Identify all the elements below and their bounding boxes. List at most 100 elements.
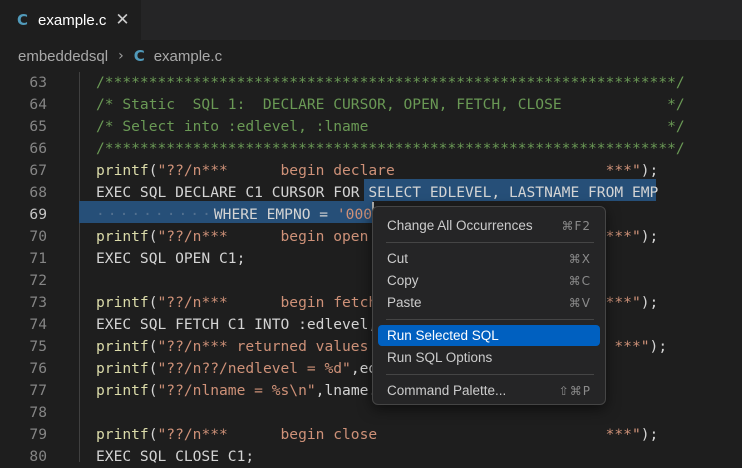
code-token: ); bbox=[649, 338, 668, 355]
breadcrumb-file[interactable]: example.c bbox=[154, 48, 222, 65]
code-text: EXEC SQL OPEN C1; bbox=[96, 248, 245, 270]
menu-item-change-all-occurrences[interactable]: Change All Occurrences ⌘F2 bbox=[378, 215, 600, 236]
code-token: ( bbox=[148, 382, 158, 399]
code-text: printf("??/n*** begin close ***"); bbox=[96, 424, 658, 446]
code-token: ( bbox=[148, 426, 158, 443]
code-token: ); bbox=[640, 228, 659, 245]
code-editor[interactable]: 63 /*************************************… bbox=[0, 72, 742, 465]
code-line[interactable]: 72 bbox=[0, 270, 742, 292]
code-line[interactable]: 79 printf("??/n*** begin close ***"); bbox=[0, 424, 742, 446]
code-line[interactable]: 73 printf("??/n*** begin fetch ***"); bbox=[0, 292, 742, 314]
code-line[interactable]: 66 /*************************************… bbox=[0, 138, 742, 160]
code-line[interactable]: 63 /*************************************… bbox=[0, 72, 742, 94]
c-file-icon: C bbox=[133, 47, 145, 65]
line-number: 77 bbox=[29, 382, 47, 399]
keyboard-shortcut: ⌘V bbox=[568, 295, 591, 310]
line-number: 68 bbox=[29, 184, 47, 201]
menu-separator bbox=[386, 319, 594, 320]
code-line[interactable]: 76printf("??/n??/nedlevel = %d",edlevel)… bbox=[0, 358, 742, 380]
code-token: EXEC SQL DECLARE C1 CURSOR FOR SELECT ED… bbox=[96, 184, 659, 201]
code-line[interactable]: 71 EXEC SQL OPEN C1; bbox=[0, 248, 742, 270]
code-token: printf bbox=[96, 228, 149, 245]
code-text: EXEC SQL DECLARE C1 CURSOR FOR SELECT ED… bbox=[96, 182, 658, 204]
breadcrumb-folder[interactable]: embeddedsql bbox=[18, 48, 108, 65]
line-number: 71 bbox=[29, 250, 47, 267]
code-token: "??/n*** begin close ***" bbox=[157, 426, 641, 443]
tab-example-c[interactable]: C example.c ✕ bbox=[0, 0, 141, 40]
line-number: 64 bbox=[29, 96, 47, 113]
code-token: WHERE EMPNO = bbox=[213, 206, 337, 223]
code-token: ); bbox=[640, 162, 659, 179]
code-token: ( bbox=[148, 294, 158, 311]
code-line[interactable]: 67 printf("??/n*** begin declare ***"); bbox=[0, 160, 742, 182]
line-number: 67 bbox=[29, 162, 47, 179]
code-token: ( bbox=[148, 162, 158, 179]
line-number: 70 bbox=[29, 228, 47, 245]
line-number: 73 bbox=[29, 294, 47, 311]
context-menu: Change All Occurrences ⌘F2 Cut ⌘X Copy ⌘C Past… bbox=[372, 206, 606, 405]
menu-item-label: Run SQL Options bbox=[387, 350, 493, 365]
menu-item-label: Copy bbox=[387, 273, 419, 288]
code-token: printf bbox=[96, 382, 149, 399]
code-line[interactable]: 70 printf("??/n*** begin open ***"); bbox=[0, 226, 742, 248]
code-token: EXEC SQL OPEN C1; bbox=[96, 250, 246, 267]
code-token: "??/n??/nedlevel = %d" bbox=[157, 360, 351, 377]
code-token: ( bbox=[148, 338, 158, 355]
code-token: ); bbox=[640, 426, 659, 443]
code-token: /***************************************… bbox=[96, 140, 685, 157]
code-line[interactable]: 74 EXEC SQL FETCH C1 INTO :edlevel, :lnam… bbox=[0, 314, 742, 336]
code-line[interactable]: 77printf("??/nlname = %s\n",lname.data); bbox=[0, 380, 742, 402]
code-text: EXEC SQL CLOSE C1; bbox=[96, 446, 254, 468]
keyboard-shortcut: ⌘X bbox=[568, 251, 591, 266]
code-token: EXEC SQL CLOSE C1; bbox=[96, 448, 255, 465]
code-text: ··········WHERE EMPNO = '000010'; bbox=[96, 204, 416, 226]
line-number: 75 bbox=[29, 338, 47, 355]
code-text: /***************************************… bbox=[96, 72, 685, 94]
menu-item-run-selected-sql[interactable]: Run Selected SQL bbox=[378, 325, 600, 346]
code-line[interactable]: 64 /* Static SQL 1: DECLARE CURSOR, OPEN,… bbox=[0, 94, 742, 116]
breadcrumb: embeddedsql › C example.c bbox=[0, 40, 742, 72]
menu-item-label: Command Palette... bbox=[387, 383, 507, 398]
menu-item-copy[interactable]: Copy ⌘C bbox=[378, 270, 600, 291]
code-text: /* Select into :edlevel, :lname */ bbox=[96, 116, 685, 138]
code-text: printf("??/n*** begin declare ***"); bbox=[96, 160, 658, 182]
menu-item-label: Run Selected SQL bbox=[387, 328, 499, 343]
line-number: 78 bbox=[29, 404, 47, 421]
line-number: 63 bbox=[29, 74, 47, 91]
code-token: printf bbox=[96, 360, 149, 377]
code-line[interactable]: 68 EXEC SQL DECLARE C1 CURSOR FOR SELECT … bbox=[0, 182, 742, 204]
code-line[interactable]: 65 /* Select into :edlevel, :lname */ bbox=[0, 116, 742, 138]
tab-label: example.c bbox=[38, 11, 107, 29]
tab-bar: C example.c ✕ bbox=[0, 0, 742, 40]
code-token: "??/n*** begin declare ***" bbox=[157, 162, 641, 179]
menu-item-label: Change All Occurrences bbox=[387, 218, 533, 233]
code-token: /***************************************… bbox=[96, 74, 685, 91]
code-token: ( bbox=[148, 360, 158, 377]
code-line[interactable]: 80 EXEC SQL CLOSE C1; bbox=[0, 446, 742, 468]
line-number: 69 bbox=[29, 206, 47, 223]
line-number: 74 bbox=[29, 316, 47, 333]
line-number: 79 bbox=[29, 426, 47, 443]
code-line[interactable]: 75 printf("??/n*** returned values ***"); bbox=[0, 336, 742, 358]
code-token: printf bbox=[96, 338, 149, 355]
menu-item-paste[interactable]: Paste ⌘V bbox=[378, 292, 600, 313]
code-text: /* Static SQL 1: DECLARE CURSOR, OPEN, F… bbox=[96, 94, 685, 116]
code-token: printf bbox=[96, 162, 149, 179]
line-number: 80 bbox=[29, 448, 47, 465]
line-number: 72 bbox=[29, 272, 47, 289]
line-number: 66 bbox=[29, 140, 47, 157]
code-token: "??/nlname = %s\n" bbox=[157, 382, 316, 399]
menu-item-run-sql-options[interactable]: Run SQL Options bbox=[378, 347, 600, 368]
menu-item-cut[interactable]: Cut ⌘X bbox=[378, 248, 600, 269]
code-line[interactable]: 78 bbox=[0, 402, 742, 424]
menu-item-command-palette[interactable]: Command Palette... ⇧⌘P bbox=[378, 380, 600, 401]
code-line[interactable]: 69 ··········WHERE EMPNO = '000010'; bbox=[0, 204, 742, 226]
chevron-right-icon: › bbox=[118, 48, 124, 64]
keyboard-shortcut: ⌘F2 bbox=[561, 218, 591, 233]
menu-item-label: Paste bbox=[387, 295, 422, 310]
menu-separator bbox=[386, 242, 594, 243]
keyboard-shortcut: ⇧⌘P bbox=[558, 383, 591, 398]
close-icon[interactable]: ✕ bbox=[115, 11, 129, 29]
menu-separator bbox=[386, 374, 594, 375]
c-file-icon: C bbox=[17, 11, 29, 29]
